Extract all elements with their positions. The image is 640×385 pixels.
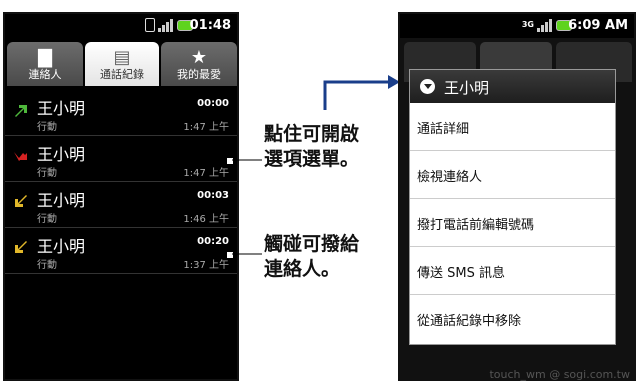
call-row[interactable]: 王小明 行動 1:47 上午	[5, 136, 237, 182]
long-press-line-2: 選項選單。	[264, 148, 360, 170]
tab-favorites-label: 我的最愛	[177, 68, 221, 81]
tab-contacts[interactable]: ▇ 連絡人	[7, 42, 83, 86]
menu-item-view-contact[interactable]: 檢視連絡人	[410, 151, 615, 199]
tap-annotation: 觸碰可撥給 連絡人。	[264, 232, 359, 282]
tab-bar: ▇ 連絡人 ▤ 通話紀錄 ★ 我的最愛	[5, 38, 237, 86]
menu-item-label: 從通話紀錄中移除	[417, 314, 522, 329]
menu-item-label: 撥打電話前編輯號碼	[417, 218, 535, 233]
number-type: 行動	[37, 168, 57, 179]
caller-name: 王小明	[37, 237, 86, 256]
outgoing-call-icon	[15, 105, 27, 117]
folder-icon: ▇	[38, 47, 52, 68]
call-time: 1:47 上午	[183, 122, 229, 133]
menu-item-label: 檢視連絡人	[417, 170, 483, 185]
status-bar: 3G 6:09 AM	[400, 14, 634, 38]
tap-marker	[226, 251, 234, 259]
tap-line-2: 連絡人。	[264, 258, 341, 280]
tab-favorites[interactable]: ★ 我的最愛	[161, 42, 237, 86]
status-icons: 3G	[522, 18, 572, 32]
call-log-icon: ▤	[113, 47, 131, 68]
left-phone-screen: 01:48 ▇ 連絡人 ▤ 通話紀錄 ★ 我的最愛 王小明 行動 00:00 1…	[3, 12, 239, 381]
pointer-arrow-line	[323, 80, 392, 110]
menu-circle-icon	[420, 79, 435, 94]
number-type: 行動	[37, 260, 57, 271]
call-row[interactable]: 王小明 行動 00:20 1:37 上午	[5, 228, 237, 274]
tab-contacts-label: 連絡人	[28, 68, 62, 81]
watermark: touch_wm @ sogi.com.tw	[489, 368, 630, 381]
incoming-call-icon	[15, 195, 27, 207]
call-duration: 00:03	[197, 190, 229, 201]
call-time: 1:37 上午	[183, 260, 229, 271]
status-time: 6:09 AM	[568, 18, 628, 33]
tab-call-log[interactable]: ▤ 通話紀錄	[85, 42, 159, 86]
tab-call-log-label: 通話紀錄	[100, 68, 144, 81]
number-type: 行動	[37, 122, 57, 133]
call-time: 1:46 上午	[183, 214, 229, 225]
sim-icon	[145, 18, 155, 32]
call-row[interactable]: 王小明 行動 00:00 1:47 上午	[5, 90, 237, 136]
call-duration: 00:20	[197, 236, 229, 247]
context-menu: 王小明 通話詳細 檢視連絡人 撥打電話前編輯號碼 傳送 SMS 訊息 從通話紀錄…	[409, 69, 616, 345]
network-3g-icon: 3G	[521, 20, 534, 29]
incoming-call-icon	[15, 241, 27, 253]
menu-item-remove-from-log[interactable]: 從通話紀錄中移除	[410, 295, 615, 343]
call-duration: 00:00	[197, 98, 229, 109]
caller-name: 王小明	[37, 191, 86, 210]
call-time: 1:47 上午	[183, 168, 229, 179]
context-menu-title: 王小明	[444, 79, 490, 97]
long-press-line-1: 點住可開啟	[264, 123, 360, 145]
menu-item-call-details[interactable]: 通話詳細	[410, 103, 615, 151]
menu-item-send-sms[interactable]: 傳送 SMS 訊息	[410, 247, 615, 295]
menu-item-label: 傳送 SMS 訊息	[417, 266, 505, 281]
caller-name: 王小明	[37, 145, 86, 164]
long-press-marker	[226, 157, 234, 165]
signal-icon	[537, 18, 553, 32]
status-bar: 01:48	[5, 14, 237, 38]
caller-name: 王小明	[37, 99, 86, 118]
tap-line-1: 觸碰可撥給	[264, 233, 360, 255]
status-time: 01:48	[189, 18, 231, 33]
call-row[interactable]: 王小明 行動 00:03 1:46 上午	[5, 182, 237, 228]
star-icon: ★	[190, 47, 208, 68]
status-icons	[145, 18, 193, 32]
menu-item-edit-number[interactable]: 撥打電話前編輯號碼	[410, 199, 615, 247]
missed-call-icon	[14, 152, 27, 161]
signal-icon	[158, 18, 174, 32]
context-menu-header: 王小明	[410, 70, 615, 103]
long-press-annotation: 點住可開啟 選項選單。	[264, 122, 359, 172]
number-type: 行動	[37, 214, 57, 225]
menu-item-label: 通話詳細	[417, 122, 470, 137]
